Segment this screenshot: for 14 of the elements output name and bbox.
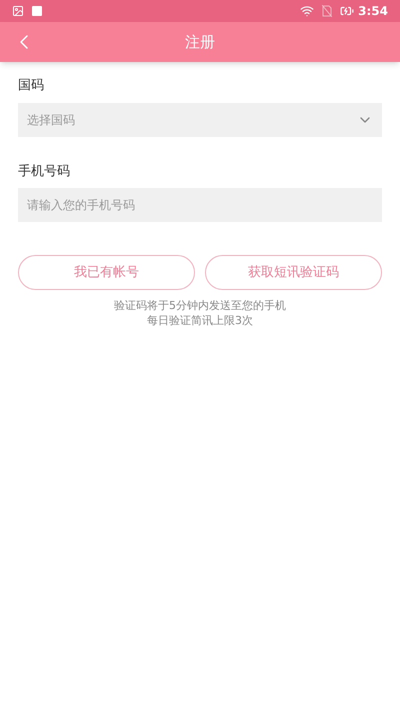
field-label: 手机号码: [18, 162, 71, 180]
battery-icon: [340, 4, 354, 18]
country-code-select[interactable]: 选择国码: [18, 102, 382, 136]
no-sim-icon: [322, 5, 332, 17]
clock-time: 3:54: [358, 3, 388, 20]
wifi-icon: [300, 4, 314, 18]
phone-input[interactable]: 请输入您的手机号码: [18, 188, 382, 222]
get-code-button[interactable]: 获取短讯验证码: [205, 255, 382, 290]
image-icon: [12, 5, 24, 17]
field-label: 国码: [18, 77, 45, 95]
hint-text: 验证码将于5分钟内发送至您的手机: [114, 298, 286, 313]
hint-text: 每日验证简讯上限3次: [147, 313, 253, 328]
have-account-button[interactable]: 我已有帐号: [18, 255, 195, 290]
page-title: 注册: [185, 32, 215, 53]
